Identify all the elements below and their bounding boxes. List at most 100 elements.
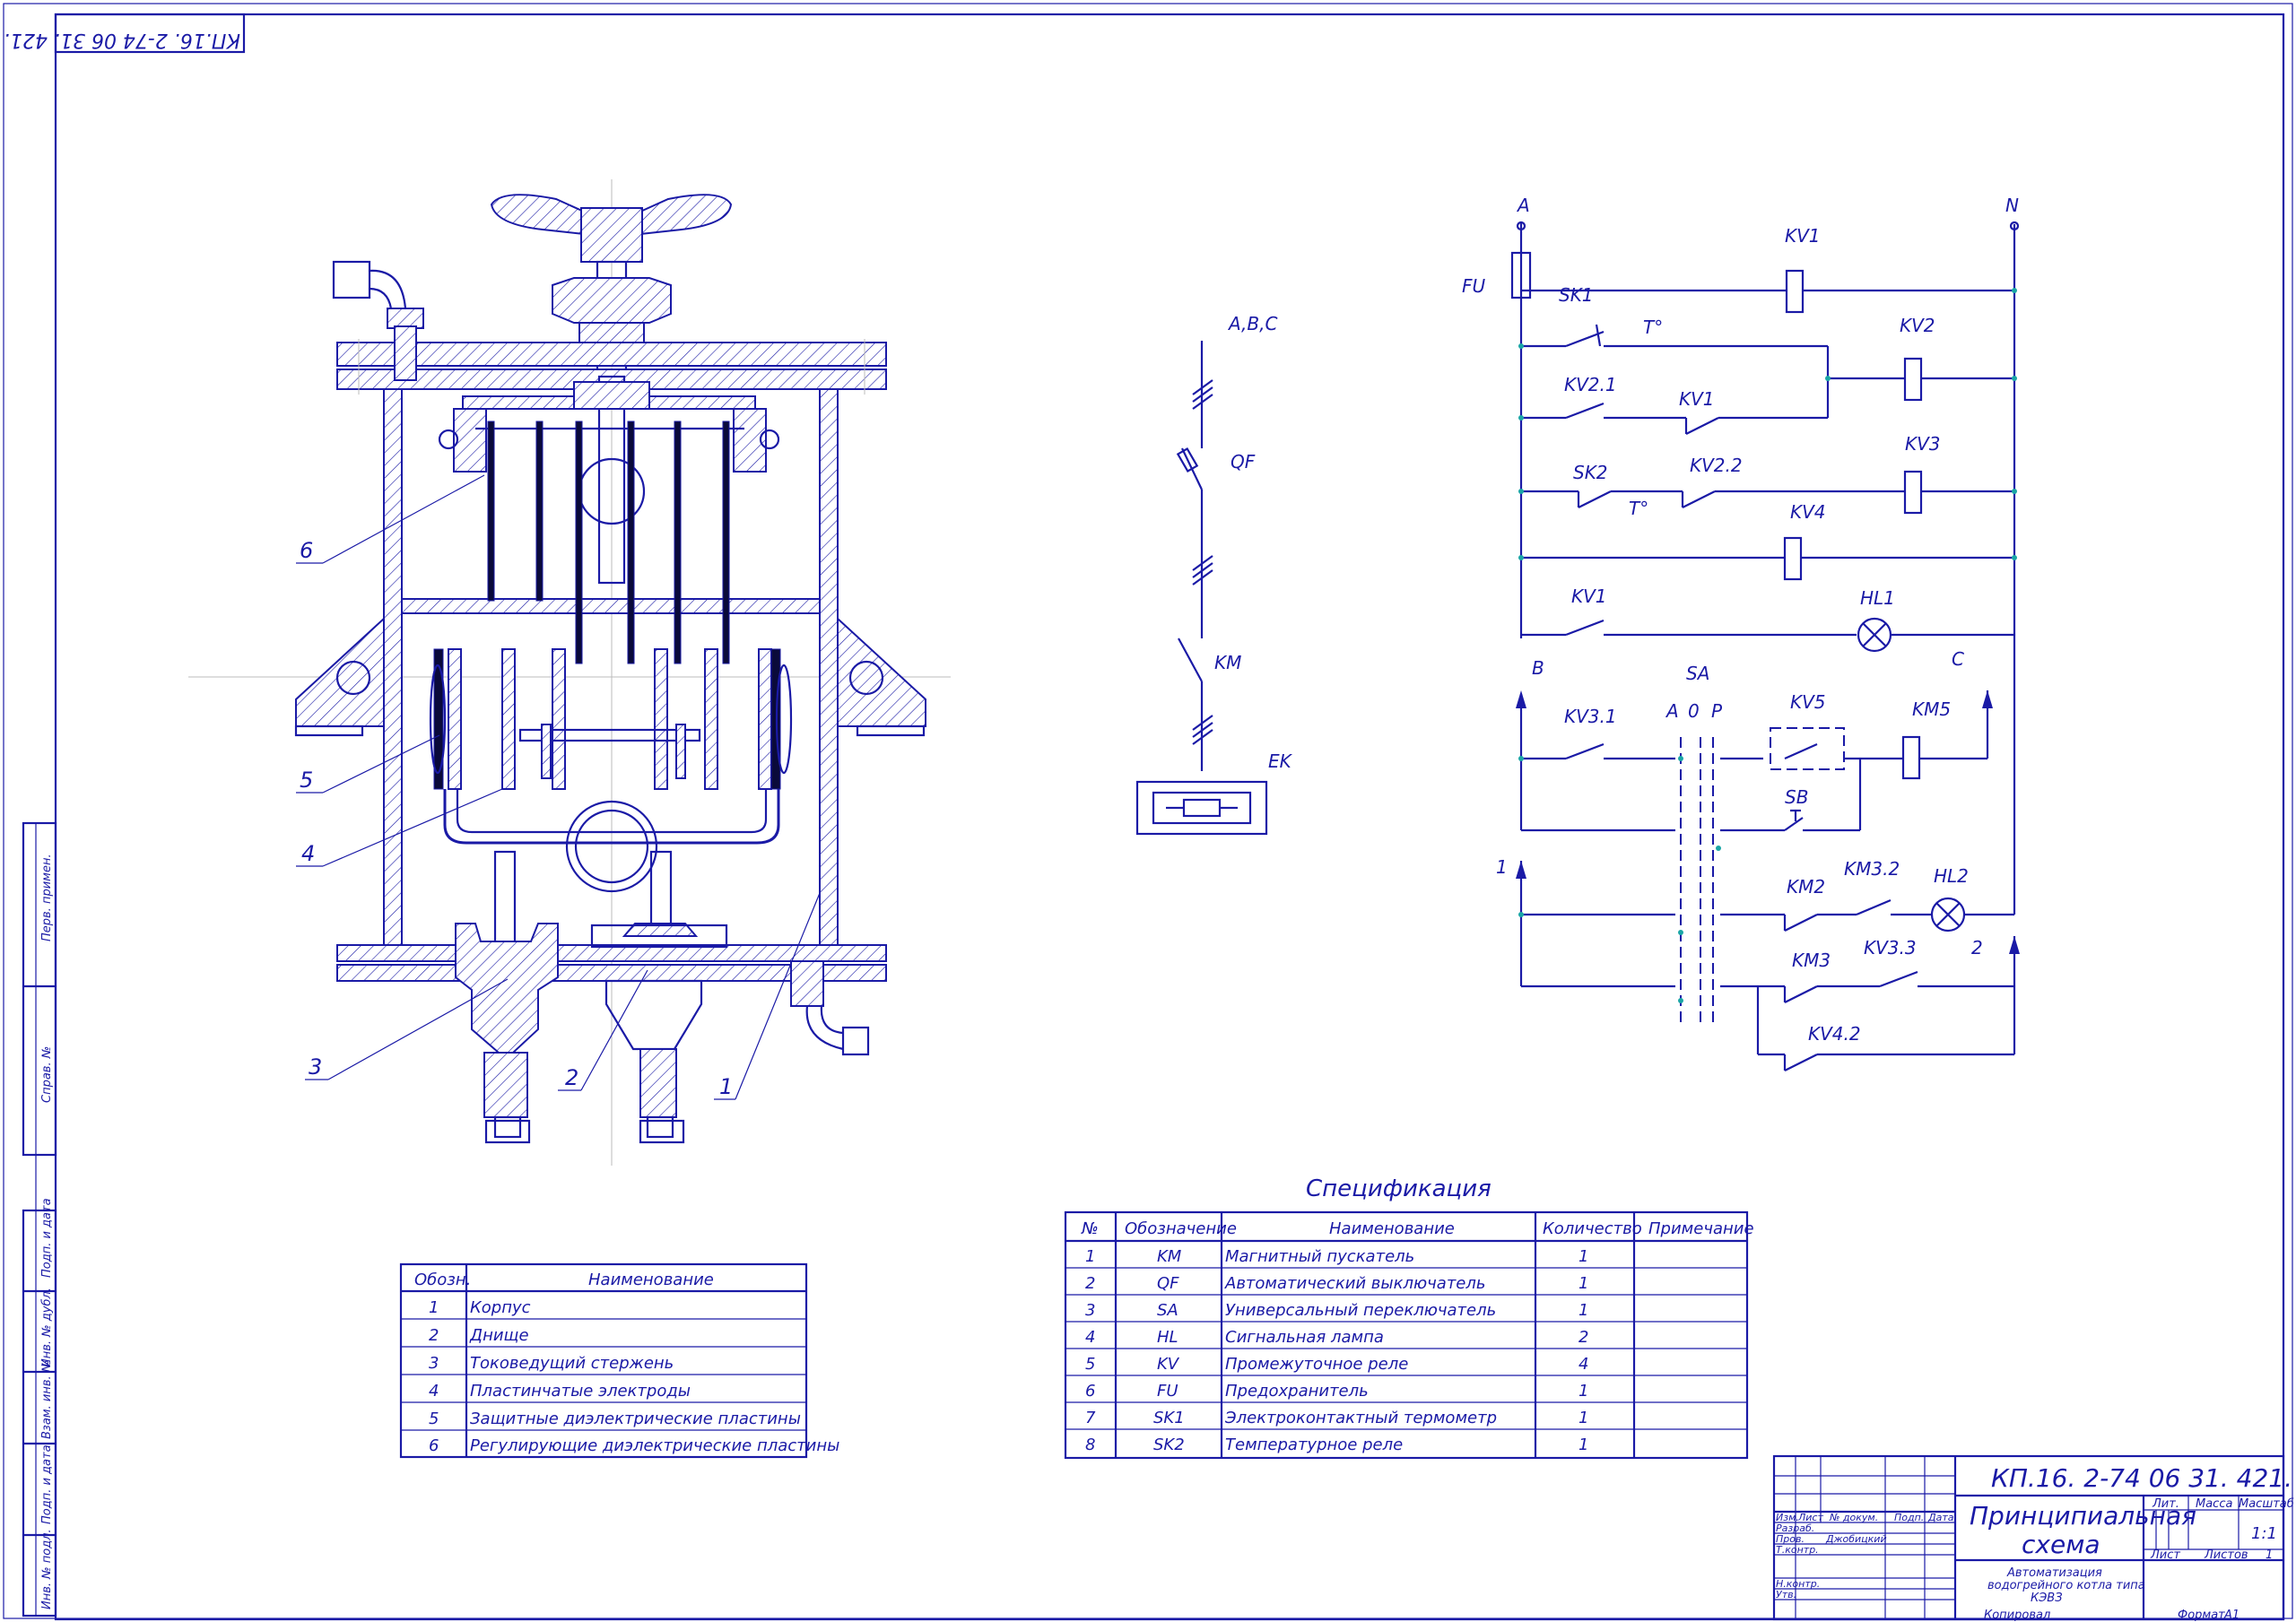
side-label: Подп. и дата	[40, 1444, 54, 1524]
side-label: Подп. и дата	[40, 1198, 54, 1278]
spec-cell: Предохранитель	[1225, 1382, 1369, 1401]
callout-5: 5	[300, 768, 313, 793]
heater-ek	[1135, 780, 1268, 836]
spec-cell: 1	[1578, 1436, 1588, 1454]
label-sa-a: A	[1665, 700, 1679, 722]
spec-cell: 4	[1578, 1355, 1588, 1374]
label-km5: KM5	[1912, 698, 1951, 720]
spec-cell: KM	[1157, 1247, 1182, 1266]
label-two: 2	[1971, 937, 1983, 958]
spec-cell: QF	[1157, 1274, 1179, 1293]
side-strip: Перв. примен. Справ. № Подп. и дата Инв.…	[22, 821, 57, 1618]
label-hl2: HL2	[1934, 865, 1969, 887]
regulating-plate	[722, 421, 730, 664]
callout-1: 1	[719, 1074, 733, 1099]
parts-cell: 2	[429, 1326, 439, 1345]
callout-4: 4	[301, 841, 315, 866]
label-kv31: KV3.1	[1564, 706, 1617, 727]
regulating-plate	[674, 421, 682, 664]
parts-cell: Корпус	[470, 1298, 531, 1317]
tb-mass: Масса	[2196, 1497, 2232, 1511]
label-kv21: KV2.1	[1564, 374, 1617, 395]
spec-cell: Температурное реле	[1225, 1436, 1403, 1454]
parts-table: Обозн. Наименование 1 Корпус 2 Днище 3 Т…	[399, 1262, 839, 1459]
spec-cell: 4	[1085, 1328, 1095, 1347]
spec-cell: Магнитный пускатель	[1225, 1247, 1414, 1266]
power-circuit: A,B,C QF KM EK	[1135, 313, 1293, 836]
spec-cell: 1	[1578, 1274, 1588, 1293]
label-km32: KM3.2	[1844, 858, 1900, 880]
side-label: Взам. инв. №	[40, 1360, 54, 1439]
side-label: Инв. № подл.	[40, 1529, 54, 1609]
tb-checker: Джобицкий	[1825, 1533, 1887, 1545]
regulating-plate	[575, 421, 583, 664]
tb-sheets-value: 1	[2266, 1548, 2273, 1562]
tb-subtitle-line3: КЭВЗ	[2031, 1592, 2063, 1605]
parts-cell: 1	[429, 1298, 439, 1317]
top-flange	[336, 342, 887, 367]
label-n: N	[2005, 195, 2019, 216]
spec-cell: 1	[1578, 1301, 1588, 1320]
label-kv1-contact: KV1	[1679, 388, 1715, 410]
spec-cell: HL	[1157, 1328, 1178, 1347]
rotated-stamp-text: КП.16. 2-74 06 31. 421. ГЧ	[0, 29, 240, 51]
tb-role: Утв.	[1776, 1589, 1796, 1600]
label-b: B	[1532, 657, 1544, 679]
drawing-sheet: КП.16. 2-74 06 31. 421. ГЧ Перв. примен.…	[0, 3, 2296, 1622]
spec-cell: 1	[1578, 1247, 1588, 1266]
spec-cell: SK1	[1153, 1409, 1185, 1427]
label-hl1: HL1	[1860, 587, 1895, 609]
tb-scale-value: 1:1	[2251, 1524, 2277, 1543]
callout-3: 3	[309, 1054, 322, 1080]
spec-cell: 1	[1578, 1382, 1588, 1401]
spec-header: Количество	[1543, 1219, 1642, 1238]
tb-col-header: Подп.	[1894, 1512, 1924, 1523]
label-kv5: KV5	[1790, 691, 1826, 713]
label-km3: KM3	[1792, 950, 1831, 971]
callout-6: 6	[300, 538, 313, 563]
spec-cell: 5	[1085, 1355, 1095, 1374]
spec-title: Спецификация	[1306, 1175, 1492, 1202]
spec-cell: 6	[1085, 1382, 1095, 1401]
label-a: A	[1516, 195, 1530, 216]
label-c: C	[1952, 648, 1964, 670]
label-kv4: KV4	[1790, 501, 1826, 523]
parts-cell: Токоведущий стержень	[470, 1354, 674, 1373]
tb-format-label: Формат	[2178, 1609, 2225, 1622]
body-wall-left	[383, 388, 403, 946]
label-kv1-lamp: KV1	[1571, 585, 1607, 607]
label-kv2: KV2	[1900, 315, 1935, 336]
spec-cell: 1	[1578, 1409, 1588, 1427]
label-sk1: SK1	[1559, 284, 1594, 306]
label-kv42: KV4.2	[1808, 1023, 1861, 1045]
label-kv3: KV3	[1905, 433, 1941, 455]
label-sb: SB	[1785, 786, 1808, 808]
spec-cell: Промежуточное реле	[1225, 1355, 1408, 1374]
callout-2: 2	[565, 1065, 578, 1090]
tb-code: КП.16. 2-74 06 31. 421. ГЧ	[1991, 1463, 2296, 1493]
tb-col-header: Дата	[1927, 1512, 1954, 1523]
tb-copied: Копировал	[1984, 1609, 2050, 1622]
spec-cell: SA	[1157, 1301, 1178, 1320]
label-kv33: KV3.3	[1864, 937, 1917, 958]
spec-cell: 8	[1085, 1436, 1095, 1454]
side-label: Инв. № дубл.	[40, 1288, 54, 1367]
label-kv1-coil: KV1	[1785, 225, 1821, 247]
tb-sheets-label: Листов	[2204, 1548, 2248, 1562]
label-sa-p: P	[1711, 700, 1723, 722]
spec-cell: SK2	[1153, 1436, 1185, 1454]
spec-cell: KV	[1157, 1355, 1180, 1374]
label-sa-0: 0	[1688, 700, 1700, 722]
parts-cell: 5	[429, 1409, 439, 1428]
label-sa: SA	[1686, 663, 1709, 684]
label-fu: FU	[1462, 275, 1486, 297]
label-km: KM	[1214, 652, 1241, 673]
tb-title-line1: Принципиальная	[1970, 1501, 2196, 1531]
label-qf: QF	[1231, 451, 1256, 473]
spec-header: Наименование	[1329, 1219, 1455, 1238]
title-block: Изм. Лист № докум. Подп. Дата Разраб. Пр…	[1772, 1454, 2296, 1622]
tb-sheet-label: Лист	[2150, 1548, 2180, 1562]
parts-cell: Днище	[469, 1326, 529, 1345]
parts-cell: 3	[429, 1354, 439, 1373]
parts-cell: 6	[429, 1436, 439, 1455]
